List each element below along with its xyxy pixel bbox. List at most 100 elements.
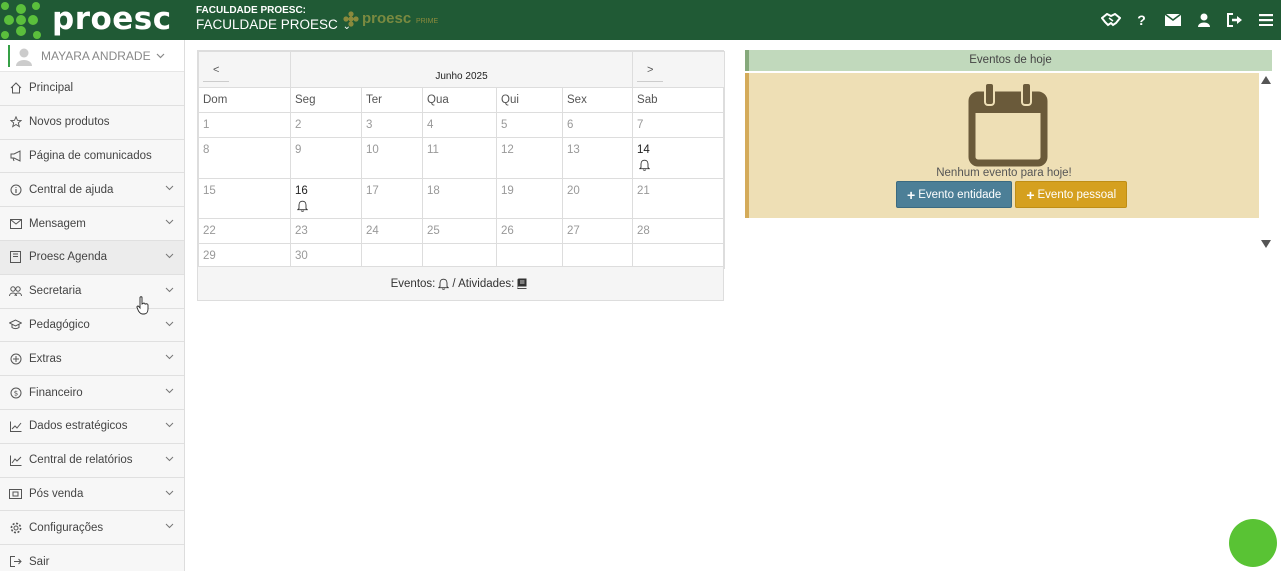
menu-icon[interactable]: [1250, 0, 1281, 40]
calendar-day[interactable]: 30: [290, 243, 362, 269]
calendar-day[interactable]: 29: [198, 243, 291, 269]
calendar-day[interactable]: 1: [198, 112, 291, 138]
calendar-day[interactable]: 12: [496, 137, 563, 179]
report-icon: [9, 454, 22, 467]
calendar-day[interactable]: 6: [561, 112, 634, 138]
chevron-down-icon: [165, 287, 174, 292]
sidebar-item-proesc-agenda[interactable]: Proesc Agenda: [0, 240, 184, 275]
calendar-day[interactable]: 15: [198, 177, 291, 219]
sidebar-item-label: Financeiro: [29, 386, 83, 399]
calendar-day[interactable]: 19: [496, 177, 563, 219]
help-icon[interactable]: ?: [1126, 0, 1157, 40]
calendar-day[interactable]: 2: [290, 112, 362, 138]
calendar-day[interactable]: 11: [422, 137, 497, 179]
day-number: 14: [637, 144, 650, 156]
sidebar-item-pedagogico[interactable]: Pedagógico: [0, 308, 184, 343]
weekday-label: Qua: [422, 87, 497, 113]
chevron-down-icon: [165, 456, 174, 461]
sidebar-item-label: Dados estratégicos: [29, 420, 128, 433]
calendar-day[interactable]: 26: [496, 218, 563, 244]
sidebar-item-financeiro[interactable]: $ Financeiro: [0, 376, 184, 410]
calendar-day[interactable]: 9: [290, 137, 362, 179]
user-icon[interactable]: [1188, 0, 1219, 40]
calendar-day[interactable]: 10: [361, 137, 423, 179]
chevron-down-icon: [165, 253, 174, 259]
add-personal-event-button[interactable]: + Evento pessoal: [1015, 181, 1128, 208]
calendar-day-with-event[interactable]: 14: [632, 137, 726, 179]
logout-icon[interactable]: [1219, 0, 1250, 40]
sidebar-item-label: Mensagem: [29, 217, 86, 230]
calendar-day[interactable]: 21: [632, 177, 726, 219]
calendar-day[interactable]: 17: [361, 177, 423, 219]
calendar-day[interactable]: 7: [632, 112, 726, 138]
sidebar-item-dados-estrategicos[interactable]: Dados estratégicos: [0, 409, 184, 444]
next-cell: >: [632, 51, 726, 88]
sidebar-item-mensagem[interactable]: Mensagem: [0, 207, 184, 241]
calendar-day[interactable]: 24: [361, 218, 423, 244]
sidebar-item-label: Principal: [29, 82, 74, 95]
calendar-day[interactable]: 27: [561, 218, 634, 244]
sidebar-item-comunicados[interactable]: Página de comunicados: [0, 139, 184, 174]
sidebar-item-configuracoes[interactable]: Configurações: [0, 511, 184, 546]
proesc-prime-logo[interactable]: proesc PRIME: [342, 9, 452, 31]
sidebar-item-secretaria[interactable]: Secretaria: [0, 274, 184, 309]
sidebar-item-extras[interactable]: Extras: [0, 342, 184, 377]
gear-icon: [9, 521, 22, 534]
sidebar-item-label: Configurações: [29, 521, 104, 534]
sidebar-item-sair[interactable]: Sair: [0, 545, 184, 571]
megaphone-icon: [9, 149, 22, 162]
chat-bubble-button[interactable]: [1229, 519, 1277, 567]
institution-name: FACULDADE PROESC: [196, 17, 338, 32]
hand-cursor-icon: [136, 296, 149, 315]
calendar-day-with-event[interactable]: 16: [290, 177, 362, 219]
institution-name-wrap: FACULDADE PROESC ⌄: [196, 16, 351, 36]
info-icon: [9, 183, 22, 196]
calendar-day[interactable]: 8: [198, 137, 291, 179]
institution-selector[interactable]: FACULDADE PROESC: FACULDADE PROESC ⌄: [196, 5, 351, 36]
sidebar-item-principal[interactable]: Principal: [0, 72, 184, 106]
book-icon: [517, 278, 527, 289]
chevron-down-icon: [165, 422, 174, 428]
calendar-day[interactable]: 13: [561, 137, 634, 179]
sidebar-item-central-de-relatorios[interactable]: Central de relatórios: [0, 443, 184, 478]
envelope-icon: [9, 217, 22, 230]
sidebar-item-label: Página de comunicados: [29, 149, 152, 162]
next-month-button[interactable]: >: [637, 58, 664, 82]
scroll-down-arrow-icon[interactable]: [1261, 240, 1271, 248]
sidebar-item-label: Proesc Agenda: [29, 251, 108, 264]
handshake-icon[interactable]: [1095, 0, 1126, 40]
prime-sub-text: PRIME: [416, 18, 439, 25]
calendar-day[interactable]: 25: [422, 218, 497, 244]
calendar-day[interactable]: 23: [290, 218, 362, 244]
bell-icon[interactable]: [297, 200, 308, 212]
calendar-day[interactable]: 22: [198, 218, 291, 244]
mail-icon[interactable]: [1157, 0, 1188, 40]
calendar-legend: Eventos: / Atividades:: [198, 266, 723, 300]
chevron-down-icon: [165, 524, 174, 529]
sidebar-item-novos-produtos[interactable]: Novos produtos: [0, 105, 184, 140]
svg-text:$: $: [13, 389, 17, 397]
proesc-logo[interactable]: proesc: [0, 0, 190, 40]
sidebar-item-label: Pedagógico: [29, 318, 90, 331]
calendar-day[interactable]: 20: [561, 177, 634, 219]
sidebar-item-central-de-ajuda[interactable]: Central de ajuda: [0, 173, 184, 208]
calendar-day[interactable]: 4: [422, 112, 497, 138]
sidebar-item-label: Extras: [29, 352, 62, 365]
prev-month-button[interactable]: <: [203, 58, 230, 82]
calendar-day[interactable]: 28: [632, 218, 726, 244]
calendar-month-title: Junho 2025: [289, 51, 634, 88]
top-bar: proesc FACULDADE PROESC: FACULDADE PROES…: [0, 0, 1281, 40]
calendar-day[interactable]: 3: [361, 112, 423, 138]
sidebar-item-pos-venda[interactable]: Pós venda: [0, 477, 184, 512]
calendar: < Junho 2025 > Dom Seg Ter Qua Qui Sex S…: [197, 50, 726, 301]
user-menu[interactable]: MAYARA ANDRADE: [0, 40, 184, 72]
sidebar-item-label: Central de ajuda: [29, 183, 114, 196]
calendar-day[interactable]: 18: [422, 177, 497, 219]
top-actions: ?: [1095, 0, 1281, 40]
add-entity-event-button[interactable]: + Evento entidade: [896, 181, 1013, 208]
calendar-day[interactable]: 5: [496, 112, 563, 138]
calendar-day-empty: [496, 243, 563, 269]
scroll-up-arrow-icon[interactable]: [1261, 76, 1271, 84]
prime-mark-icon: [343, 11, 359, 27]
bell-icon[interactable]: [639, 159, 651, 171]
